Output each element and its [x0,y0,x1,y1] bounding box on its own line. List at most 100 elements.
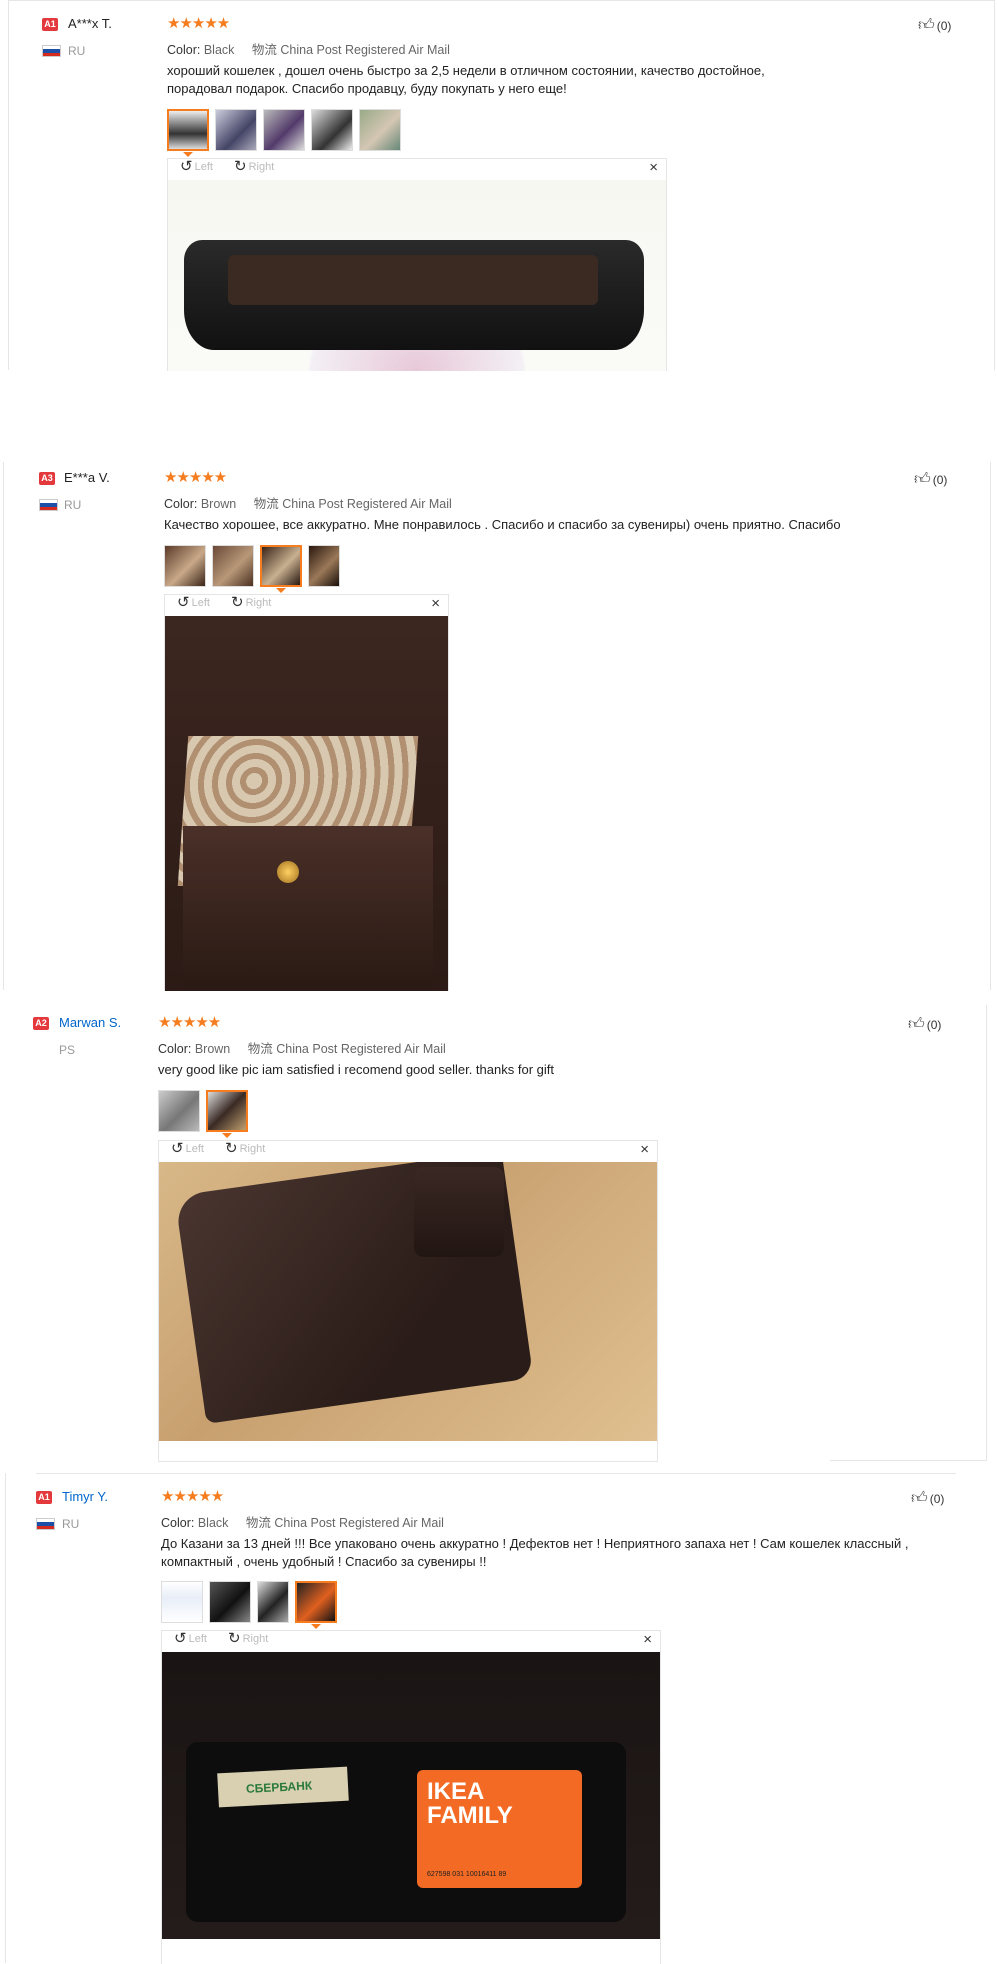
order-info: Color: Black 物流 China Post Registered Ai… [161,1512,444,1531]
order-info: Color: Brown 物流 China Post Registered Ai… [164,493,452,512]
close-icon[interactable]: × [640,1141,649,1158]
close-icon[interactable]: × [649,159,658,176]
rotate-left-icon: ↺ [171,1140,184,1157]
color-value: Black [197,1516,229,1530]
helpful-button[interactable]: 👍︎ (0) [911,1489,944,1508]
helpful-count: (0) [926,1017,942,1032]
shipping-method: 物流 China Post Registered Air Mail [251,43,450,57]
rotate-right-button[interactable]: ↻ Right [234,159,274,174]
rotate-right-icon: ↻ [231,594,244,611]
rotate-right-button[interactable]: ↻ Right [225,1141,265,1156]
review-text: very good like pic iam satisfied i recom… [158,1062,554,1077]
close-icon[interactable]: × [431,595,440,612]
thumbs-up-icon: 👍︎ [911,1490,928,1507]
photo-thumbnail[interactable] [206,1090,248,1138]
rotate-right-button[interactable]: ↻ Right [228,1630,268,1647]
thumbs-up-icon: 👍︎ [908,1016,925,1033]
buyer-level-badge: A1 [36,1491,52,1504]
review-4: A1 Timyr Y. RU ★★★★★ Color: Black 物流 Chi… [0,1473,997,1964]
loyalty-card: IKEA FAMILY 627598 031 10016411 89 [417,1770,582,1888]
helpful-button[interactable]: 👍︎ (0) [914,470,947,489]
star-rating: ★★★★★ [158,1014,221,1031]
photo-thumbnail[interactable] [215,109,257,151]
photo-viewer-toolbar: ↺ Left ↻ Right × [159,1141,657,1158]
color-label: Color: [164,497,198,511]
photo-thumbnail[interactable] [295,1581,337,1629]
photo-thumbnail[interactable] [161,1581,203,1623]
photo-thumbnail[interactable] [158,1090,200,1132]
rotate-left-button[interactable]: ↺ Left [180,158,213,175]
buyer-country: RU [62,1517,80,1531]
photo-thumbnails [158,1090,248,1138]
buyer-name[interactable]: Marwan S. [59,1015,121,1030]
buyer-name: A***x T. [68,16,112,31]
review-3: A2 Marwan S. PS ★★★★★ Color: Brown 物流 Ch… [0,1005,997,1465]
helpful-button[interactable]: 👍︎ (0) [918,16,951,35]
loyalty-card-brand: IKEA FAMILY [427,1778,513,1829]
thumbs-up-icon: 👍︎ [914,471,931,488]
review-text: До Казани за 13 дней !!! Все упаковано о… [161,1536,909,1569]
buyer-name[interactable]: Timyr Y. [62,1489,108,1504]
flag-icon [39,499,58,511]
review-border-left [5,1473,6,1963]
photo-viewer: ↺ Left ↻ Right × СБЕРБАНК IKEA FAMILY 6275… [161,1630,661,1964]
buyer-country: RU [68,44,86,58]
wallet-clasp [414,1167,504,1257]
rotate-left-button[interactable]: ↺ Left [174,1630,207,1647]
photo-thumbnail[interactable] [167,109,209,157]
wallet-interior [228,255,598,305]
color-label: Color: [158,1042,192,1056]
close-icon[interactable]: × [643,1631,652,1648]
photo-viewer: ↺ Left ↻ Right × [158,1140,658,1462]
photo-thumbnail[interactable] [164,545,206,587]
review-photo: СБЕРБАНК IKEA FAMILY 627598 031 10016411… [162,1652,660,1939]
order-info: Color: Black 物流 China Post Registered Ai… [167,39,450,58]
photo-viewer: ↺ Left ↻ Right × [167,158,667,371]
buyer-country: RU [64,498,82,512]
photo-thumbnail[interactable] [308,545,340,587]
rotate-left-icon: ↺ [174,1630,187,1647]
photo-thumbnail[interactable] [260,545,302,593]
rotate-right-button[interactable]: ↻ Right [231,594,271,611]
bank-card: СБЕРБАНК [217,1766,349,1808]
rotate-left-button[interactable]: ↺ Left [171,1140,204,1157]
buyer-level-badge: A1 [42,18,58,31]
photo-thumbnail[interactable] [359,109,401,151]
photo-thumbnail[interactable] [311,109,353,151]
photo-thumbnail[interactable] [209,1581,251,1623]
photo-viewer: ↺ Left ↻ Right × [164,594,449,991]
review-border-right [986,1005,987,1460]
buyer-level-badge: A2 [33,1017,49,1030]
helpful-button[interactable]: 👍︎ (0) [908,1015,941,1034]
photo-thumbnails [161,1581,337,1629]
thumbs-up-icon: 👍︎ [918,17,935,34]
review-border-right [994,0,995,370]
wallet-flap [183,826,433,986]
rotate-left-icon: ↺ [180,158,193,175]
rotate-right-icon: ↻ [228,1630,241,1647]
photo-thumbnails [167,109,401,157]
helpful-count: (0) [936,18,952,33]
color-label: Color: [161,1516,195,1530]
rotate-left-button[interactable]: ↺ Left [177,595,210,610]
shipping-method: 物流 China Post Registered Air Mail [245,1516,444,1530]
photo-thumbnails [164,545,340,593]
photo-viewer-toolbar: ↺ Left ↻ Right × [162,1631,660,1648]
order-info: Color: Brown 物流 China Post Registered Ai… [158,1038,446,1057]
color-value: Black [203,43,235,57]
photo-thumbnail[interactable] [257,1581,289,1623]
star-rating: ★★★★★ [164,469,227,486]
color-value: Brown [194,1042,231,1056]
review-photo [159,1162,657,1441]
review-1: A1 A***x T. RU ★★★★★ Color: Black 物流 Chi… [0,0,997,371]
review-border-right [990,462,991,990]
review-photo [165,616,448,991]
review-divider [8,0,994,1]
star-rating: ★★★★★ [167,15,230,32]
snap-button [277,861,299,883]
photo-thumbnail[interactable] [212,545,254,587]
photo-viewer-toolbar: ↺ Left ↻ Right × [168,159,666,176]
review-photo [168,180,666,371]
photo-thumbnail[interactable] [263,109,305,151]
review-divider [36,1473,956,1474]
